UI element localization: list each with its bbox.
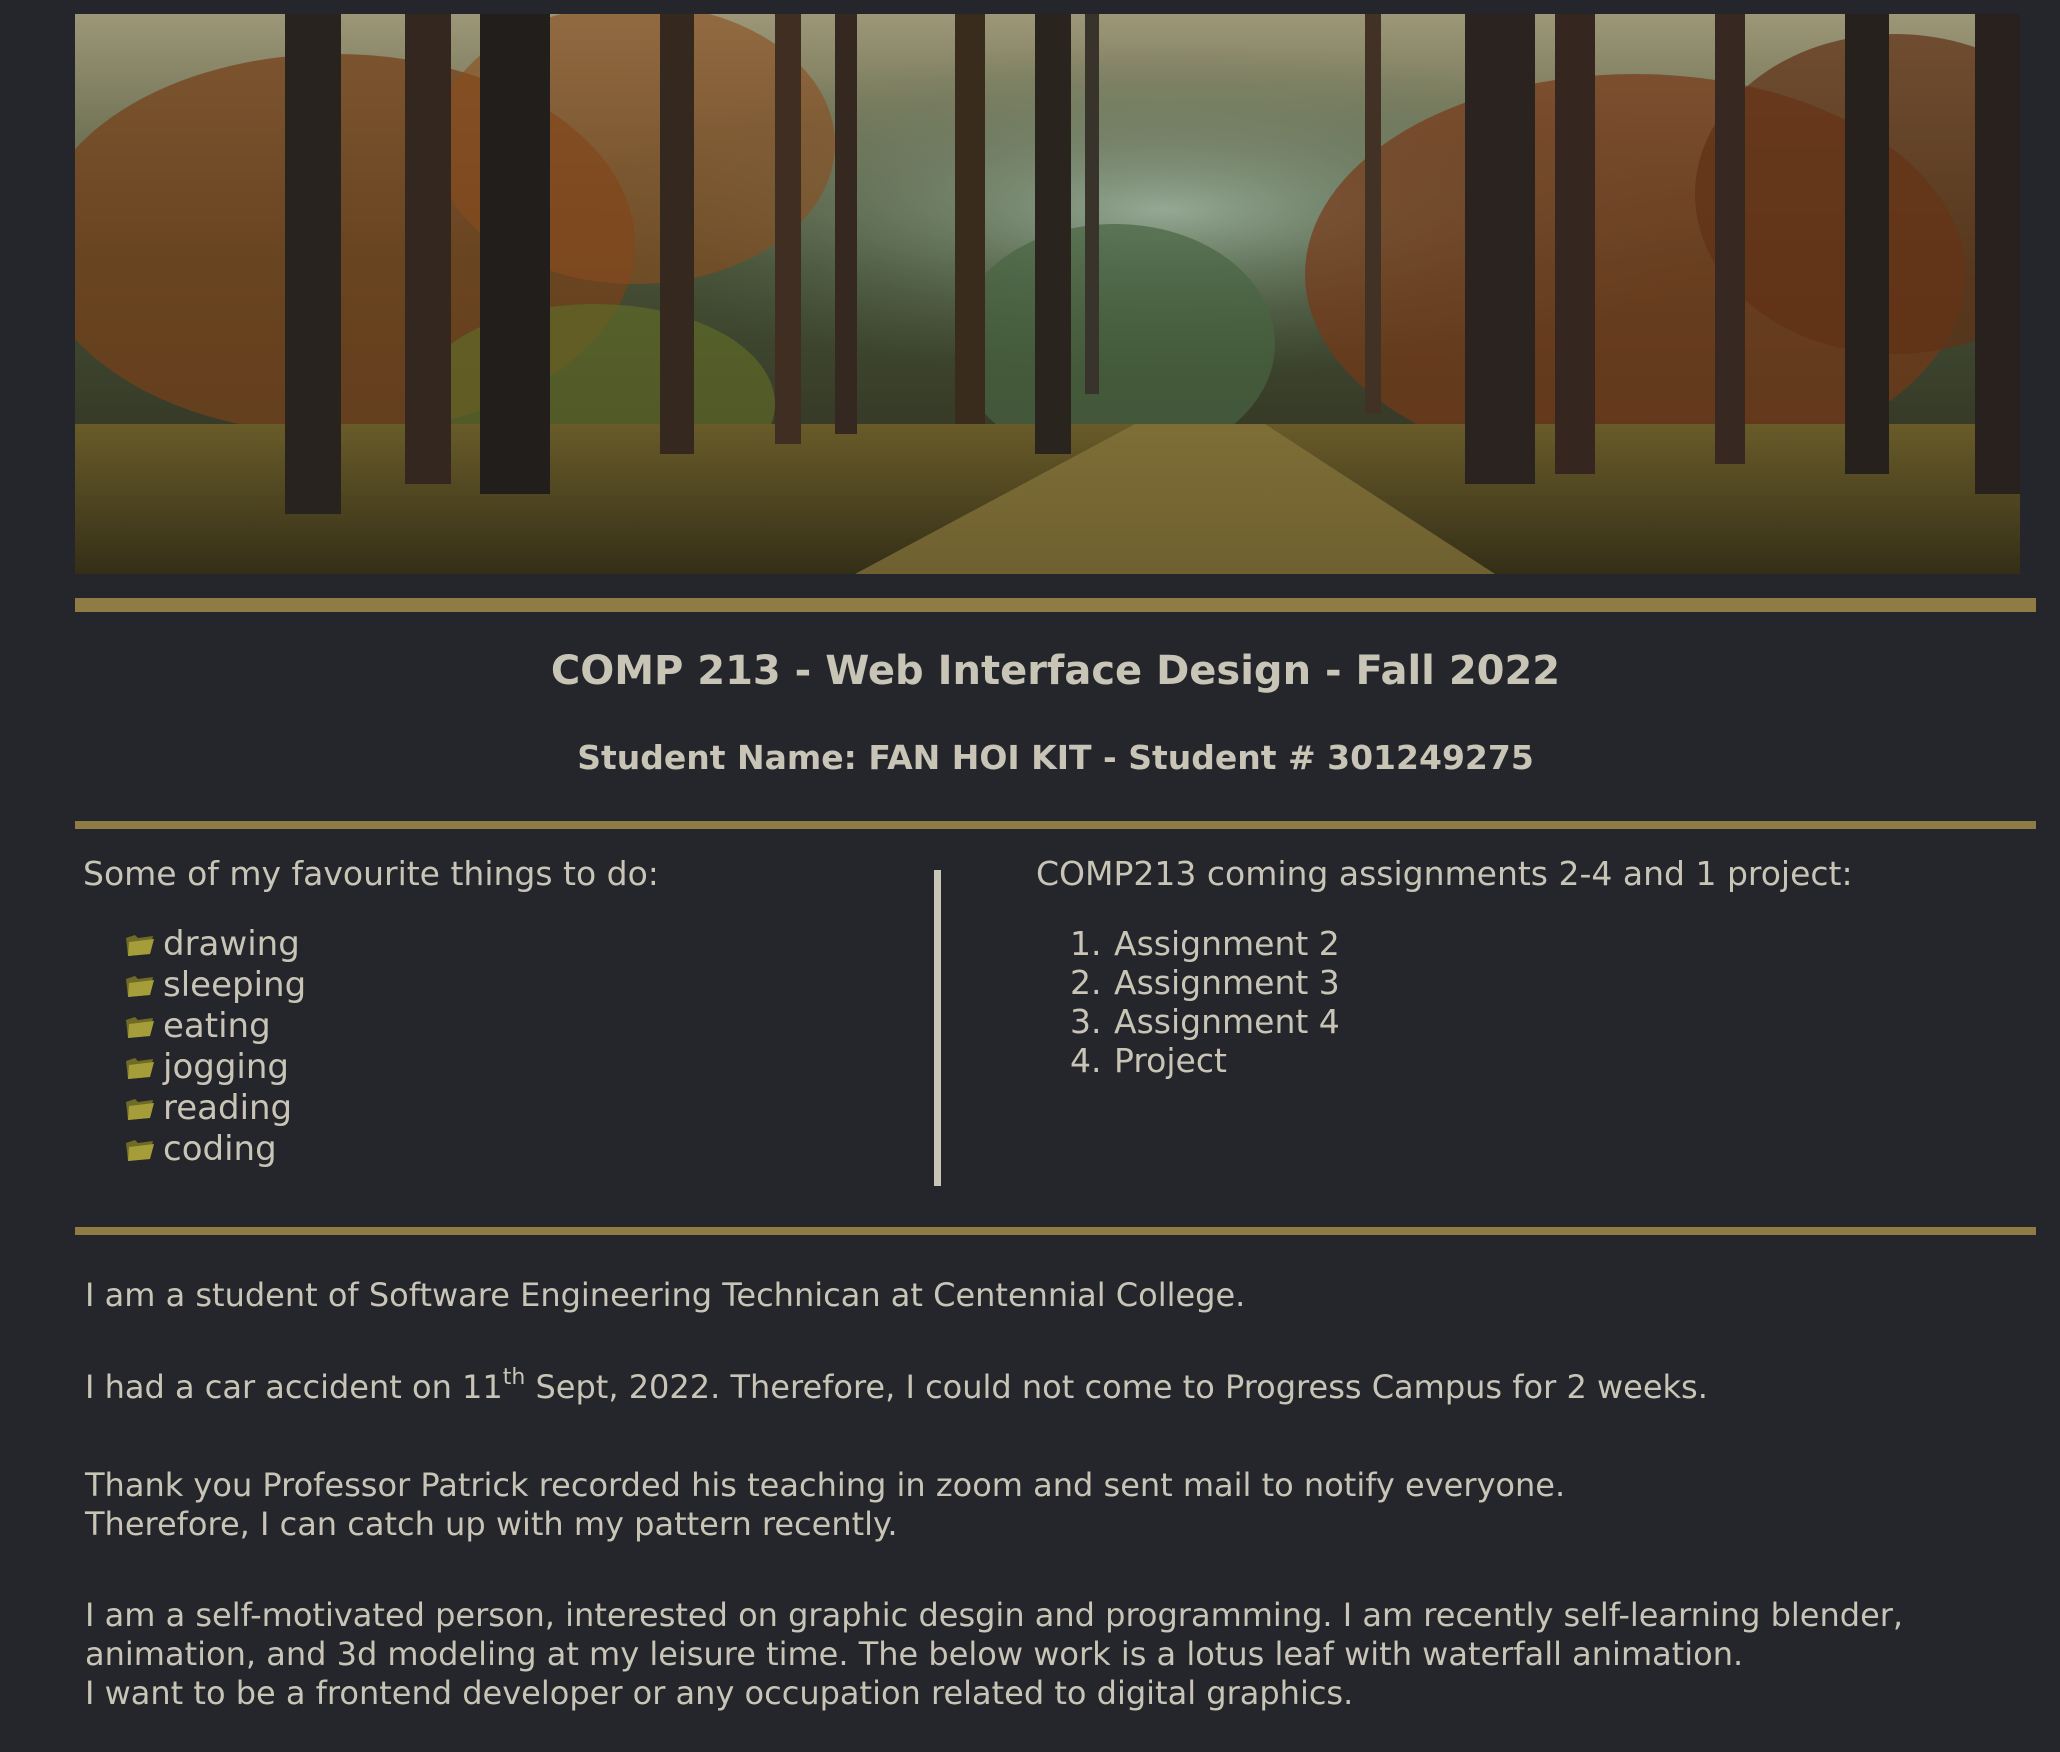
list-item-label: Assignment 4: [1114, 1002, 1340, 1041]
list-item-label: reading: [163, 1088, 293, 1128]
list-item: eating: [125, 1006, 923, 1047]
thanks-line-2: Therefore, I can catch up with my patter…: [85, 1505, 898, 1543]
list-item-number: 3.: [1070, 1002, 1102, 1041]
list-item-label: coding: [163, 1129, 277, 1169]
thanks-line-1: Thank you Professor Patrick recorded his…: [85, 1466, 1566, 1504]
list-item-number: 1.: [1070, 924, 1102, 963]
folder-icon: [126, 1098, 154, 1120]
interests-line-1: I am a self-motivated person, interested…: [85, 1596, 1904, 1634]
accident-text-start: I had a car accident on 11: [85, 1368, 503, 1406]
list-item: 2. Assignment 3: [1070, 963, 2016, 1002]
list-item: coding: [125, 1129, 923, 1170]
about-paragraph-thanks: Thank you Professor Patrick recorded his…: [85, 1466, 2025, 1544]
about-paragraph-interests: I am a self-motivated person, interested…: [85, 1596, 2025, 1713]
folder-icon: [126, 934, 154, 956]
folder-icon: [126, 1139, 154, 1161]
column-divider: [934, 870, 941, 1186]
list-item-label: drawing: [163, 924, 300, 964]
assignments-section: COMP213 coming assignments 2-4 and 1 pro…: [1036, 852, 2016, 1080]
favourites-list: drawing sleeping eating jogging reading …: [83, 924, 923, 1170]
assignments-list: 1. Assignment 2 2. Assignment 3 3. Assignme…: [1036, 924, 2016, 1080]
list-item: reading: [125, 1088, 923, 1129]
assignments-heading: COMP213 coming assignments 2-4 and 1 pro…: [1036, 854, 1853, 893]
divider-rule-top: [75, 598, 2036, 612]
interests-line-2: animation, and 3d modeling at my leisure…: [85, 1635, 1744, 1673]
page-title: COMP 213 - Web Interface Design - Fall 2…: [550, 648, 1561, 694]
favourites-section: Some of my favourite things to do: drawi…: [83, 852, 923, 1170]
list-item-label: Assignment 2: [1114, 924, 1340, 963]
list-item-label: Assignment 3: [1114, 963, 1340, 1002]
accident-text-end: Sept, 2022. Therefore, I could not come …: [525, 1368, 1708, 1406]
list-item: 3. Assignment 4: [1070, 1002, 2016, 1041]
favourites-heading: Some of my favourite things to do:: [83, 854, 659, 893]
forest-banner-image: [75, 14, 2020, 574]
list-item-label: jogging: [163, 1047, 289, 1087]
list-item-label: sleeping: [163, 965, 307, 1005]
list-item: sleeping: [125, 965, 923, 1006]
about-paragraph-accident: I had a car accident on 11th Sept, 2022.…: [85, 1365, 2025, 1407]
divider-rule-middle: [75, 821, 2036, 829]
folder-icon: [126, 1057, 154, 1079]
student-info: Student Name: FAN HOI KIT - Student # 30…: [577, 738, 1534, 777]
folder-icon: [126, 975, 154, 997]
list-item: jogging: [125, 1047, 923, 1088]
list-item-label: eating: [163, 1006, 271, 1046]
list-item-number: 2.: [1070, 963, 1102, 1002]
about-paragraph-school: I am a student of Software Engineering T…: [85, 1276, 1246, 1314]
interests-line-3: I want to be a frontend developer or any…: [85, 1674, 1354, 1712]
list-item: drawing: [125, 924, 923, 965]
list-item: 4. Project: [1070, 1041, 2016, 1080]
divider-rule-bottom: [75, 1227, 2036, 1235]
ordinal-suffix: th: [502, 1365, 526, 1390]
list-item: 1. Assignment 2: [1070, 924, 2016, 963]
folder-icon: [126, 1016, 154, 1038]
list-item-label: Project: [1114, 1041, 1227, 1080]
list-item-number: 4.: [1070, 1041, 1102, 1080]
